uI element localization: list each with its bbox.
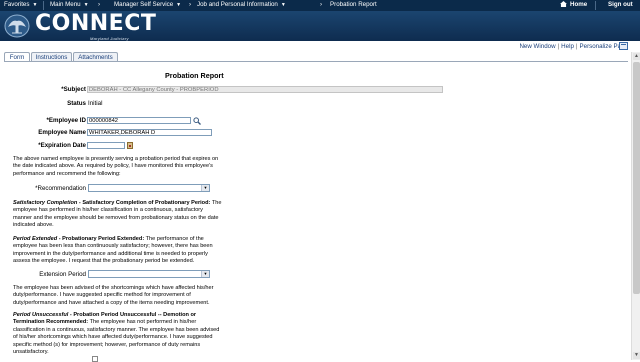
extended-heading: Probationary Period Extended: <box>62 236 145 242</box>
breadcrumb-arrow-icon: › <box>189 1 192 8</box>
extended-title: Period Extended <box>13 236 58 242</box>
link-divider: | <box>575 43 578 50</box>
layout-grid-icon[interactable] <box>619 42 628 50</box>
search-icon[interactable] <box>193 117 201 125</box>
satisfactory-description: Satisfactory Completion - Satisfactory C… <box>13 200 223 230</box>
extended-description: Period Extended - Probationary Period Ex… <box>13 236 223 266</box>
favorites-menu[interactable]: Favorites ▼ <box>4 1 37 8</box>
scroll-thumb[interactable] <box>633 62 640 294</box>
extension-period-select[interactable]: ▼ <box>88 270 210 278</box>
chevron-down-icon: ▼ <box>201 271 209 277</box>
home-icon <box>560 1 567 7</box>
vertical-scrollbar[interactable]: ▲ ▼ <box>631 52 640 360</box>
satisfactory-heading: Satisfactory Completion of Probationary … <box>82 200 211 206</box>
extension-period-label: Extension Period <box>39 271 86 278</box>
recommendation-label: *Recommendation <box>35 185 86 192</box>
signout-link[interactable]: Sign out <box>608 1 633 8</box>
breadcrumb-probation-report: Probation Report <box>330 1 377 8</box>
advised-text: The employee has been advised of the sho… <box>13 285 214 306</box>
judiciary-seal-icon <box>4 14 30 38</box>
breadcrumb-manager-self-service[interactable]: Manager Self Service ▼ <box>114 1 181 8</box>
employee-id-field[interactable]: 000000842 <box>87 117 191 124</box>
subject-field[interactable]: DEBORAH - CC Allegany County - PROBPERIO… <box>87 86 443 93</box>
page-title: Probation Report <box>165 71 224 80</box>
link-divider: | <box>557 43 560 50</box>
status-value: Initial <box>88 100 103 107</box>
intro-text: The above named employee is presently se… <box>13 156 219 177</box>
subject-label: *Subject <box>61 86 86 93</box>
calendar-icon[interactable] <box>127 142 133 149</box>
scroll-down-icon[interactable]: ▼ <box>633 352 640 359</box>
status-label: Status <box>67 100 86 107</box>
recommendation-select[interactable]: ▼ <box>88 184 210 192</box>
scroll-up-icon[interactable]: ▲ <box>633 53 640 60</box>
home-link[interactable]: Home <box>560 1 587 8</box>
breadcrumb-arrow-icon: › <box>320 1 323 8</box>
unsuccessful-description: Period Unsuccessful - Probation Period U… <box>13 312 223 356</box>
breadcrumb-label: Manager Self Service <box>114 1 174 8</box>
page-links: New Window | Help | Personalize Page <box>519 43 628 50</box>
nav-divider <box>43 1 44 10</box>
expiration-date-field[interactable] <box>87 142 125 149</box>
new-window-link[interactable]: New Window <box>519 43 555 50</box>
connect-logo: CONNECT <box>35 11 157 36</box>
unsuccessful-title: Period Unsuccessful <box>13 312 69 318</box>
main-menu-label: Main Menu <box>50 1 81 8</box>
employee-name-field[interactable]: WHITAKER,DEBORAH D <box>87 129 212 136</box>
chevron-down-icon: ▼ <box>176 2 182 8</box>
top-nav-bar: Favorites ▼ Main Menu ▼ › Manager Self Ser… <box>0 0 640 11</box>
tab-divider <box>4 61 628 62</box>
nav-divider <box>595 1 596 10</box>
logo-subtitle: Maryland Judiciary <box>90 36 129 41</box>
breadcrumb-job-personal-info[interactable]: Job and Personal Information ▼ <box>197 1 286 8</box>
employee-name-label: Employee Name <box>38 129 86 136</box>
chevron-down-icon: ▼ <box>201 185 209 191</box>
breadcrumb-label: Job and Personal Information <box>197 1 278 8</box>
chevron-down-icon: ▼ <box>83 2 89 8</box>
satisfactory-title: Satisfactory Completion <box>13 200 78 206</box>
favorites-label: Favorites <box>4 1 30 8</box>
option-checkbox[interactable] <box>92 356 98 362</box>
chevron-down-icon: ▼ <box>280 2 286 8</box>
breadcrumb-arrow-icon: › <box>98 1 101 8</box>
home-label: Home <box>570 1 588 8</box>
main-menu[interactable]: Main Menu ▼ <box>50 1 89 8</box>
expiration-date-label: *Expiration Date <box>38 142 86 149</box>
chevron-down-icon: ▼ <box>32 2 38 8</box>
help-link[interactable]: Help <box>561 43 574 50</box>
employee-id-label: *Employee ID <box>46 117 86 124</box>
